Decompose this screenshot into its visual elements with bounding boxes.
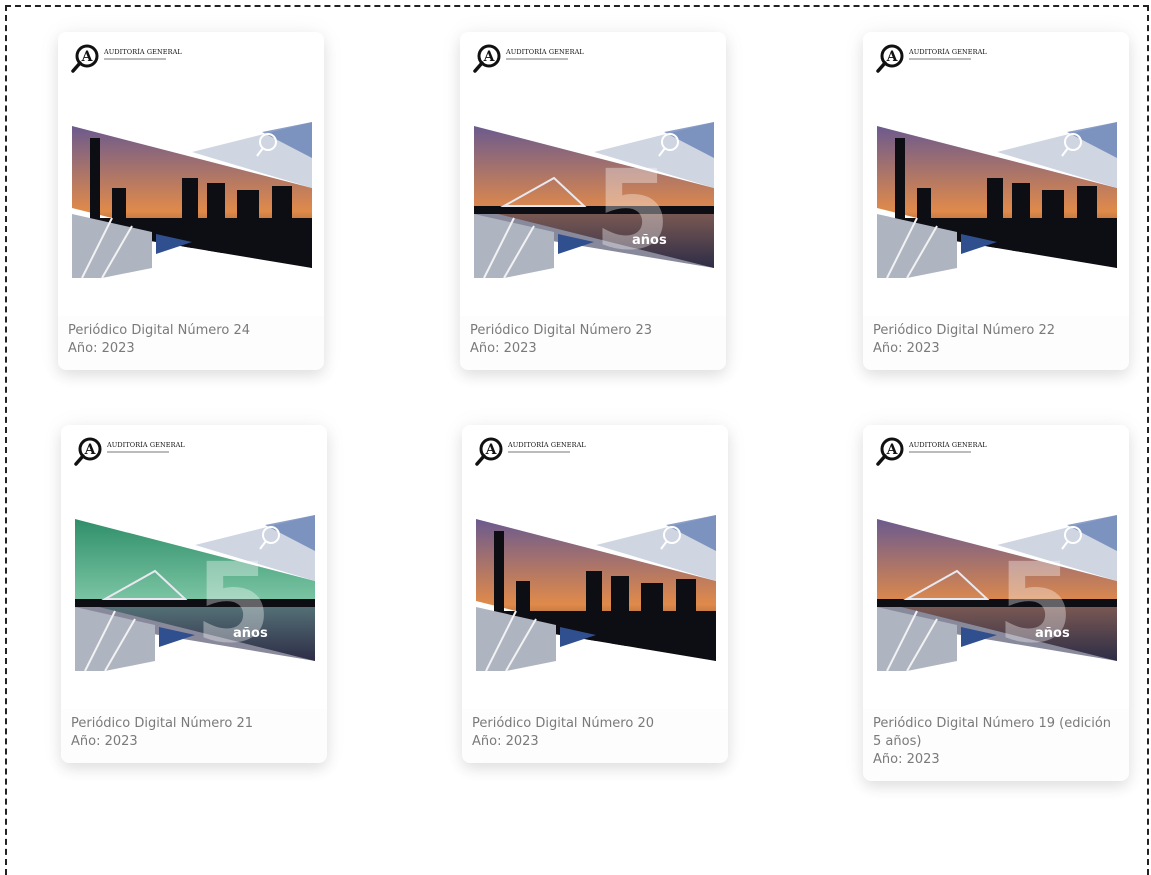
cover-artwork: [877, 122, 1117, 278]
magnifier-logo-icon: A: [473, 44, 501, 73]
svg-text:A: A: [84, 442, 97, 458]
badge-text: años: [233, 626, 268, 641]
publication-year: Año: 2023: [873, 752, 940, 767]
logo-name: AUDITORÍA GENERAL: [909, 48, 987, 56]
publication-cover[interactable]: A AUDITORÍA GENERAL: [863, 32, 1129, 316]
svg-text:A: A: [81, 49, 94, 65]
publication-cover[interactable]: A AUDITORÍA GENERAL 5 años: [61, 425, 327, 709]
logo-subtitle-line: [506, 58, 568, 60]
cover-artwork: 5años: [877, 515, 1117, 671]
publication-card-3[interactable]: A AUDITORÍA GENERAL Periódico Digital Nú…: [863, 32, 1129, 370]
logo-subtitle-line: [508, 451, 570, 453]
magnifier-logo-icon: A: [74, 437, 102, 466]
publication-caption: Periódico Digital Número 23 Año: 2023: [460, 316, 726, 370]
publication-caption: Periódico Digital Número 19 (edición 5 a…: [863, 709, 1129, 781]
logo-name: AUDITORÍA GENERAL: [104, 48, 182, 56]
publication-year: Año: 2023: [873, 341, 940, 356]
publication-caption: Periódico Digital Número 20 Año: 2023: [462, 709, 728, 763]
cover-artwork: 5años: [474, 122, 714, 278]
publication-cover[interactable]: A AUDITORÍA GENERAL: [462, 425, 728, 709]
publication-caption: Periódico Digital Número 21 Año: 2023: [61, 709, 327, 763]
publication-title: Periódico Digital Número 19 (edición 5 a…: [873, 716, 1112, 749]
magnifier-logo-icon: A: [876, 437, 904, 466]
publication-title: Periódico Digital Número 21: [71, 716, 253, 731]
logo: A AUDITORÍA GENERAL: [73, 437, 185, 467]
logo: A AUDITORÍA GENERAL: [875, 437, 987, 467]
logo: A AUDITORÍA GENERAL: [70, 44, 182, 74]
publication-card-5[interactable]: A AUDITORÍA GENERAL Periódico Digital Nú…: [462, 425, 728, 763]
publication-caption: Periódico Digital Número 22 Año: 2023: [863, 316, 1129, 370]
logo-name: AUDITORÍA GENERAL: [909, 441, 987, 449]
svg-text:A: A: [886, 49, 899, 65]
publication-title: Periódico Digital Número 20: [472, 716, 654, 731]
cover-artwork: [476, 515, 716, 671]
badge-text: años: [632, 233, 667, 248]
magnifier-logo-icon: A: [475, 437, 503, 466]
publication-year: Año: 2023: [472, 734, 539, 749]
cover-artwork: [72, 122, 312, 278]
publication-card-2[interactable]: A AUDITORÍA GENERAL 5 años Periódico Digi…: [460, 32, 726, 370]
publication-cover[interactable]: A AUDITORÍA GENERAL 5 años: [460, 32, 726, 316]
cover-artwork: 5años: [75, 515, 315, 671]
publication-year: Año: 2023: [470, 341, 537, 356]
svg-text:5: 5: [997, 539, 1074, 667]
publication-caption: Periódico Digital Número 24 Año: 2023: [58, 316, 324, 370]
publication-card-4[interactable]: A AUDITORÍA GENERAL 5 años Periódico Digi…: [61, 425, 327, 763]
magnifier-logo-icon: A: [71, 44, 99, 73]
logo-name: AUDITORÍA GENERAL: [506, 48, 584, 56]
publication-cover[interactable]: A AUDITORÍA GENERAL: [58, 32, 324, 316]
svg-text:A: A: [485, 442, 498, 458]
magnifier-logo-icon: A: [876, 44, 904, 73]
publication-title: Periódico Digital Número 24: [68, 323, 250, 338]
logo: A AUDITORÍA GENERAL: [472, 44, 584, 74]
svg-text:A: A: [886, 442, 899, 458]
logo: A AUDITORÍA GENERAL: [474, 437, 586, 467]
svg-text:5: 5: [195, 539, 272, 667]
publication-year: Año: 2023: [68, 341, 135, 356]
publication-title: Periódico Digital Número 22: [873, 323, 1055, 338]
logo-subtitle-line: [909, 58, 971, 60]
publications-grid: A AUDITORÍA GENERAL Periódico Digital Nú…: [0, 0, 1151, 868]
logo-subtitle-line: [104, 58, 166, 60]
logo-subtitle-line: [107, 451, 169, 453]
svg-text:A: A: [483, 49, 496, 65]
publication-title: Periódico Digital Número 23: [470, 323, 652, 338]
publication-cover[interactable]: A AUDITORÍA GENERAL 5 años: [863, 425, 1129, 709]
publication-card-6[interactable]: A AUDITORÍA GENERAL 5 años Periódico Digi…: [863, 425, 1129, 781]
logo-subtitle-line: [909, 451, 971, 453]
logo-name: AUDITORÍA GENERAL: [508, 441, 586, 449]
publication-card-1[interactable]: A AUDITORÍA GENERAL Periódico Digital Nú…: [58, 32, 324, 370]
badge-text: años: [1035, 626, 1070, 641]
svg-text:5: 5: [594, 146, 671, 274]
logo-name: AUDITORÍA GENERAL: [107, 441, 185, 449]
logo: A AUDITORÍA GENERAL: [875, 44, 987, 74]
publication-year: Año: 2023: [71, 734, 138, 749]
